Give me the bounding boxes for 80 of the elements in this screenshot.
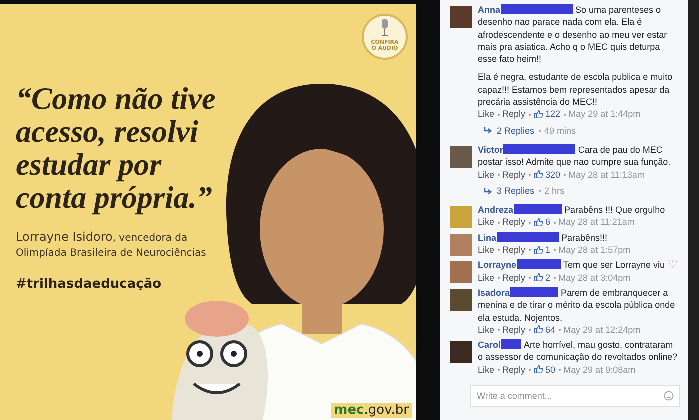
avatar-photo	[450, 146, 472, 168]
comment-time: May 28 at 11:21am	[558, 216, 635, 229]
like-count[interactable]: 6	[546, 216, 551, 229]
like-link[interactable]: Like	[478, 324, 495, 336]
comment-time: May 28 at 3:04pm	[558, 272, 631, 284]
like-link[interactable]: Like	[478, 168, 495, 181]
like-link[interactable]: Like	[478, 272, 495, 284]
thumbs-up-icon	[534, 110, 543, 120]
avatar-photo	[450, 288, 472, 311]
microphone-icon	[380, 19, 390, 37]
avatar-photo	[450, 261, 472, 284]
thumbs-up-icon	[534, 325, 543, 334]
avatar-photo	[450, 234, 472, 256]
redaction-block	[510, 286, 558, 297]
quote-line: acesso, resolvi	[16, 115, 200, 148]
comment-text: Andreza Parabêns !!! Que orgulho	[478, 204, 666, 216]
like-link[interactable]: Like	[478, 244, 495, 256]
like-link[interactable]: Like	[478, 108, 495, 121]
thumbs-up-icon	[534, 246, 543, 255]
reply-link[interactable]: Reply	[502, 324, 526, 336]
comment-time: May 29 at 9:08am	[564, 364, 636, 376]
like-count[interactable]: 1	[546, 244, 551, 256]
avatar-photo	[450, 6, 472, 28]
comment-text: Lina Parabêns!!!	[478, 232, 609, 244]
reply-link[interactable]: Reply	[502, 216, 526, 229]
comment-text: Carol Arte horrível, mau gosto, contrataram o assessor de comunicação do revoltados online?	[478, 339, 679, 364]
avatar-photo	[450, 206, 472, 228]
comment-author[interactable]: Victor	[478, 144, 504, 155]
comment-time: May 28 at 11:13am	[568, 168, 645, 181]
like-count[interactable]: 64	[546, 324, 556, 336]
quote-line: conta própria.”	[16, 181, 214, 214]
replies-link[interactable]: 2 Replies	[497, 124, 535, 137]
comment-author[interactable]: Anna	[478, 5, 500, 15]
comment-text: Victor Cara de pau do MEC postar isso! Admite que nao cumpre sua função.	[478, 144, 672, 169]
reply-link[interactable]: Reply	[502, 244, 526, 256]
thumbs-up-icon	[534, 218, 543, 228]
thumbs-up-icon	[534, 273, 543, 282]
redaction-block	[501, 339, 522, 350]
redaction-block	[516, 259, 561, 270]
comment-input-field[interactable]: Write a comment...	[470, 385, 680, 408]
thumbs-up-icon	[534, 365, 543, 374]
comment-text: Isadora Parem de embranquecer a menina e de tirar o mérito da escola pública onde ela estuda. Nojentos.	[478, 286, 676, 324]
reply-link[interactable]: Reply	[502, 272, 526, 284]
comment-author[interactable]: Carol	[478, 340, 502, 350]
reply-link[interactable]: Reply	[502, 168, 526, 181]
reply-link[interactable]: Reply	[502, 364, 526, 376]
redaction-block	[514, 204, 562, 214]
comment-time: May 28 at 1:57pm	[558, 244, 631, 256]
site-logo: mec.gov.br	[331, 403, 412, 418]
thumbs-up-icon	[534, 170, 543, 180]
comment-author[interactable]: Andreza	[478, 205, 514, 216]
comment-author[interactable]: Lina	[478, 232, 497, 243]
like-link[interactable]: Like	[478, 364, 495, 376]
comment-text: Lorrayne Tem que ser Lorrayne viu ♡	[478, 259, 680, 272]
comment-time: May 29 at 12:24pm	[564, 324, 641, 336]
like-count[interactable]: 50	[546, 364, 556, 376]
quote-line: estudar por	[16, 148, 163, 181]
comment-text: Ela é negra, estudante de escola publica e muito capaz!!! Estamos bem representados apesar da precária assistência do MEC!!	[478, 71, 674, 108]
reply-arrow-icon	[484, 127, 493, 134]
quote-line: “Como não tive	[16, 82, 217, 115]
comment-text: Anna So uma parenteses o desenho nao parace nada com ela. Ela é afrodescendente e o desenho ao meu ver estar mais pra asiatica. Acho q o MEC quis deturpa esse fato heim!!	[478, 4, 668, 66]
like-count[interactable]: 2	[546, 272, 551, 284]
reply-link[interactable]: Reply	[502, 108, 526, 121]
like-count[interactable]: 320	[546, 168, 561, 181]
like-count[interactable]: 122	[546, 108, 561, 121]
comment-author[interactable]: Lorrayne	[478, 260, 517, 270]
redaction-block	[500, 4, 572, 14]
redaction-block	[496, 232, 559, 242]
smiley-icon[interactable]	[664, 391, 674, 402]
avatar-photo	[450, 341, 472, 364]
hashtag-text: #trilhasdaeducação	[16, 277, 163, 292]
credit-text: Lorrayne Isidoro, vencedora da Olimpíada Brasileira de Neurociências	[16, 230, 208, 261]
comment-time: May 29 at 1:44pm	[568, 108, 641, 121]
replies-time: 49 mins	[544, 124, 576, 137]
comment-author[interactable]: Isadora	[478, 288, 510, 298]
like-link[interactable]: Like	[478, 216, 495, 229]
replies-time: 2 hrs	[544, 184, 565, 198]
replies-link[interactable]: 3 Replies	[497, 184, 535, 198]
reply-arrow-icon	[484, 188, 493, 194]
heart-emoji: ♡	[668, 259, 678, 272]
